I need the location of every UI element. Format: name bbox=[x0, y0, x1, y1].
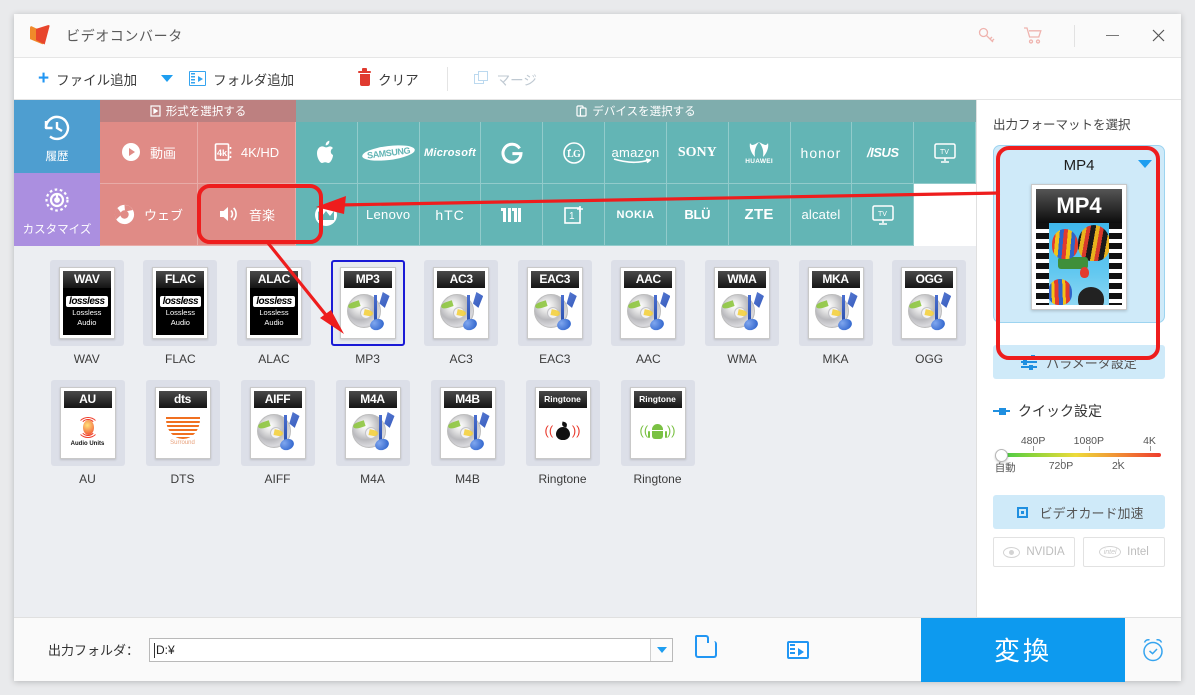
annotation-overlay bbox=[0, 0, 1195, 695]
arrow-music-to-mp3 bbox=[268, 243, 330, 320]
music-tab-highlight-box bbox=[199, 186, 321, 242]
output-format-highlight-box bbox=[998, 148, 1158, 358]
arrow-output-to-music bbox=[338, 193, 1000, 205]
